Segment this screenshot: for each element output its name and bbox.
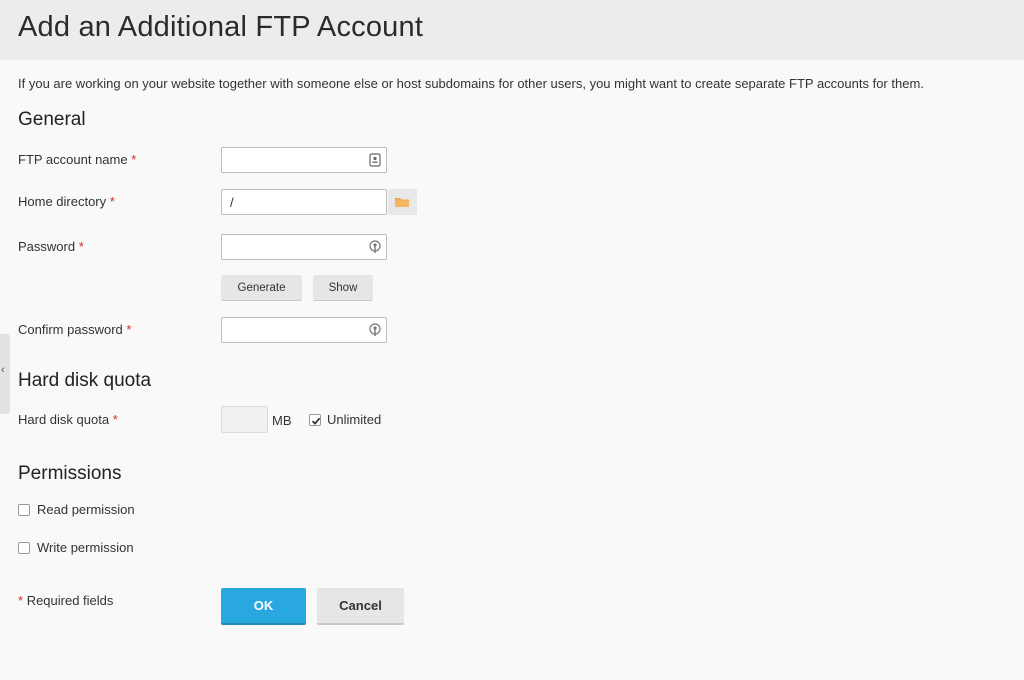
confirm-password-label: Confirm password *	[18, 322, 131, 337]
quota-unit: MB	[272, 413, 292, 428]
folder-icon	[395, 198, 409, 207]
checkmark-icon	[311, 417, 321, 425]
required-marker: *	[112, 412, 118, 427]
write-permission-checkbox[interactable]	[18, 542, 30, 554]
ftp-account-name-label-text: FTP account name	[18, 152, 128, 167]
read-permission-checkbox[interactable]	[18, 504, 30, 516]
section-title-general: General	[18, 109, 86, 130]
ftp-account-name-input[interactable]	[221, 147, 387, 173]
hard-disk-quota-label-text: Hard disk quota	[18, 412, 110, 427]
home-directory-label-text: Home directory	[18, 194, 107, 209]
read-permission-label[interactable]: Read permission	[37, 502, 135, 517]
contact-card-icon	[369, 153, 381, 167]
hard-disk-quota-input[interactable]	[221, 406, 268, 433]
required-marker: *	[126, 322, 132, 337]
required-marker: *	[131, 152, 137, 167]
ok-button[interactable]: OK	[221, 588, 306, 625]
page-header: Add an Additional FTP Account	[0, 0, 1024, 60]
key-lock-icon	[369, 240, 381, 253]
cancel-button[interactable]: Cancel	[317, 588, 404, 625]
write-permission-label[interactable]: Write permission	[37, 540, 134, 555]
unlimited-label[interactable]: Unlimited	[327, 412, 381, 427]
required-marker: *	[18, 593, 24, 608]
key-lock-icon	[369, 323, 381, 336]
required-marker: *	[78, 239, 84, 254]
chevron-left-icon: ‹	[1, 364, 5, 376]
home-directory-input[interactable]	[221, 189, 387, 215]
generate-password-button[interactable]: Generate	[221, 275, 302, 301]
hard-disk-quota-label: Hard disk quota *	[18, 412, 118, 427]
side-panel-toggle[interactable]: ‹	[0, 334, 10, 414]
page-title: Add an Additional FTP Account	[18, 11, 424, 43]
browse-folder-button[interactable]	[388, 189, 417, 215]
section-title-hard-disk-quota: Hard disk quota	[18, 370, 152, 391]
required-fields-note: * Required fields	[18, 593, 113, 608]
confirm-password-input[interactable]	[221, 317, 387, 343]
required-marker: *	[109, 194, 115, 209]
password-label-text: Password	[18, 239, 76, 254]
required-fields-text: Required fields	[26, 593, 114, 608]
show-password-button[interactable]: Show	[313, 275, 373, 301]
confirm-password-label-text: Confirm password	[18, 322, 123, 337]
intro-text: If you are working on your website toget…	[18, 76, 924, 91]
password-input[interactable]	[221, 234, 387, 260]
home-directory-label: Home directory *	[18, 194, 115, 209]
password-label: Password *	[18, 239, 84, 254]
ftp-account-name-label: FTP account name *	[18, 152, 136, 167]
unlimited-checkbox[interactable]	[309, 414, 321, 426]
section-title-permissions: Permissions	[18, 463, 122, 484]
